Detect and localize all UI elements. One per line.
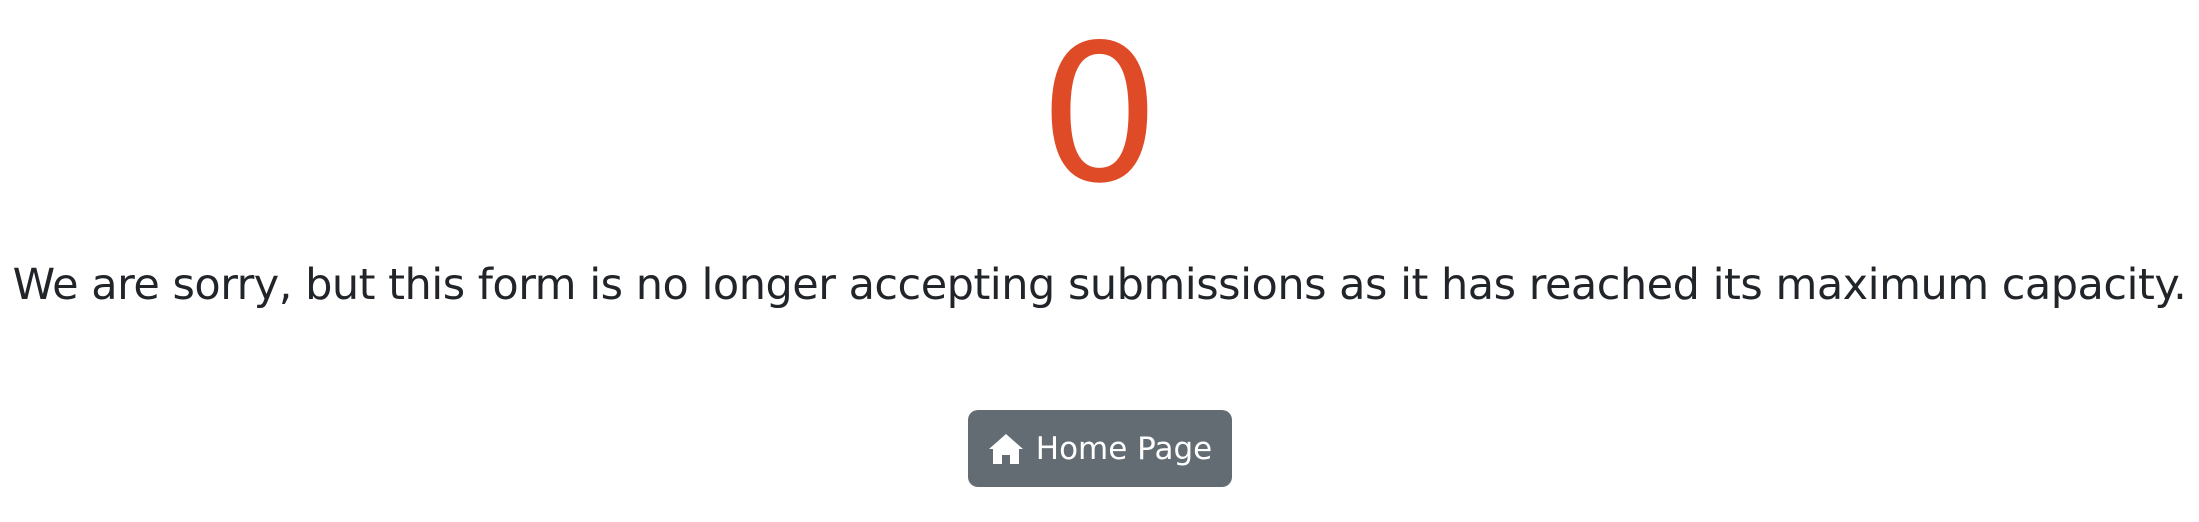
capacity-reached-message: We are sorry, but this form is no longer… (12, 260, 2187, 310)
home-page-button-label: Home Page (1035, 430, 1213, 467)
home-page-button[interactable]: Home Page (968, 410, 1232, 487)
submissions-remaining-count: 0 (1039, 4, 1160, 225)
home-icon (988, 432, 1024, 466)
